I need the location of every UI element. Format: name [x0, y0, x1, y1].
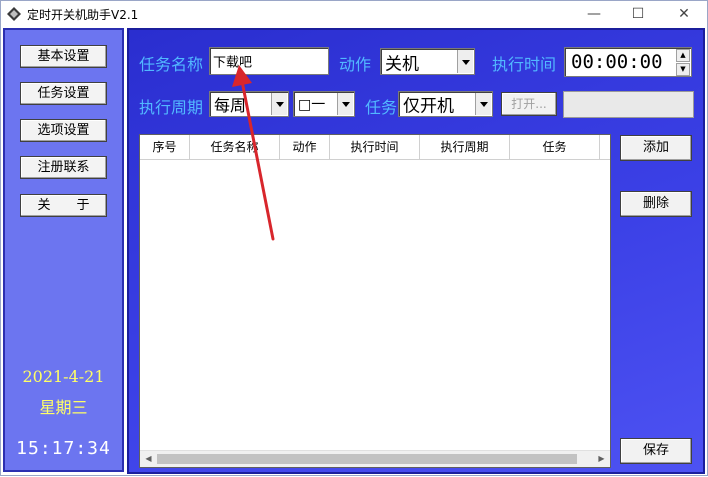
app-window: 定时开关机助手V2.1 — ☐ ✕ 基本设置 任务设置 选项设置 注册联系 关 … [0, 0, 708, 476]
annotation-arrow-icon [232, 65, 275, 241]
